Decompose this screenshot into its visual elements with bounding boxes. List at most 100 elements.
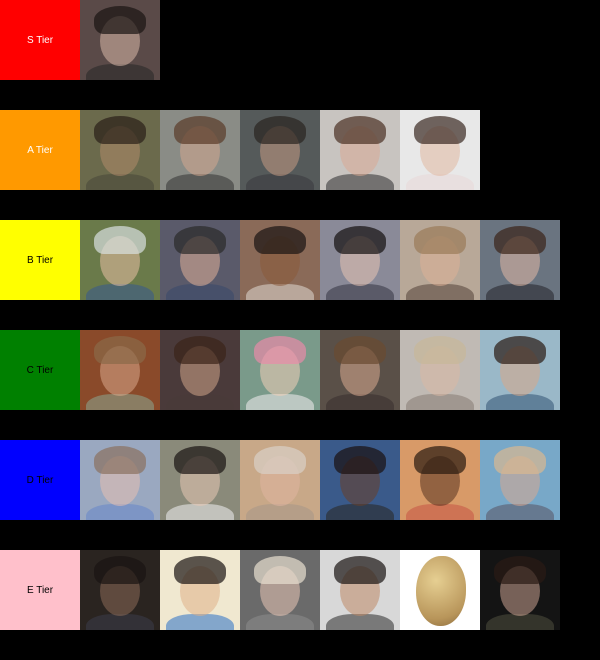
- tier-item-man-beard-dark-hair[interactable]: [320, 550, 400, 630]
- tier-label[interactable]: S Tier: [0, 0, 80, 80]
- tier-item-woman-dark-hair-shocked[interactable]: [160, 330, 240, 410]
- person-hair: [494, 446, 546, 474]
- person-hair: [334, 556, 386, 584]
- tier-item-young-man-grimacing[interactable]: [240, 110, 320, 190]
- person-shoulders: [166, 284, 234, 300]
- tier-item-child-laughing-crying[interactable]: [400, 110, 480, 190]
- tier-item-man-dancing-tank-top[interactable]: [320, 440, 400, 520]
- person-shoulders: [406, 284, 474, 300]
- tier-label[interactable]: B Tier: [0, 220, 80, 300]
- person-hair: [254, 116, 306, 144]
- person-hair: [414, 226, 466, 254]
- person-hair: [94, 446, 146, 474]
- tier-item-man-leaning-collage[interactable]: [240, 220, 320, 300]
- tier-item-woman-blonde-hand-cheek[interactable]: [400, 220, 480, 300]
- person-shoulders: [166, 614, 234, 630]
- person-hair: [334, 336, 386, 364]
- tier-items: [80, 0, 160, 80]
- person-hair: [414, 336, 466, 364]
- tier-item-woman-brown-hair-crying[interactable]: [160, 110, 240, 190]
- person-hair: [334, 116, 386, 144]
- tier-list: S Tier A Tier B Tier C Tier D Tier E Tier: [0, 0, 600, 660]
- person-shoulders: [486, 284, 554, 300]
- potato-image: [416, 556, 466, 626]
- person-shoulders: [326, 614, 394, 630]
- person-shoulders: [326, 394, 394, 410]
- tier-item-old-woman-screaming[interactable]: [240, 440, 320, 520]
- person-hair: [254, 226, 306, 254]
- person-hair: [174, 116, 226, 144]
- tier-row: S Tier: [0, 0, 600, 80]
- tier-row: B Tier: [0, 220, 600, 300]
- person-hair: [334, 226, 386, 254]
- tier-item-young-man-blue-shirt[interactable]: [160, 550, 240, 630]
- tier-item-girl-braids-smiling[interactable]: [400, 440, 480, 520]
- person-shoulders: [86, 284, 154, 300]
- person-shoulders: [406, 174, 474, 190]
- tier-item-baby-crying[interactable]: [80, 440, 160, 520]
- person-shoulders: [486, 614, 554, 630]
- tier-item-woman-crying-open-mouth[interactable]: [320, 110, 400, 190]
- person-hair: [94, 6, 146, 34]
- tier-item-woman-black-bangs-sad[interactable]: [320, 220, 400, 300]
- tier-item-man-smiling-palm-trees[interactable]: [480, 330, 560, 410]
- tier-item-woman-disgusted-face[interactable]: [480, 220, 560, 300]
- person-shoulders: [166, 394, 234, 410]
- tier-label[interactable]: D Tier: [0, 440, 80, 520]
- person-shoulders: [86, 64, 154, 80]
- person-shoulders: [86, 394, 154, 410]
- tier-item-potato[interactable]: [400, 550, 480, 630]
- person-hair: [334, 446, 386, 474]
- tier-row: C Tier: [0, 330, 600, 410]
- tier-item-blurry-woman-blonde[interactable]: [400, 330, 480, 410]
- person-shoulders: [326, 174, 394, 190]
- person-shoulders: [326, 504, 394, 520]
- person-shoulders: [86, 174, 154, 190]
- tier-item-woman-spiky-blonde-hair[interactable]: [480, 440, 560, 520]
- tier-item-woman-pink-knit-hat[interactable]: [240, 330, 320, 410]
- tier-item-person-dark-room[interactable]: [80, 550, 160, 630]
- tier-items: [80, 220, 560, 300]
- person-hair: [94, 556, 146, 584]
- tier-item-man-dark-background[interactable]: [480, 550, 560, 630]
- person-shoulders: [246, 174, 314, 190]
- person-shoulders: [86, 504, 154, 520]
- person-hair: [94, 226, 146, 254]
- person-hair: [494, 336, 546, 364]
- tier-item-woman-raised-eyebrow[interactable]: [320, 330, 400, 410]
- tier-items: [80, 440, 560, 520]
- tier-item-man-glasses-hand-on-face[interactable]: [160, 220, 240, 300]
- person-hair: [494, 226, 546, 254]
- person-hair: [174, 226, 226, 254]
- person-shoulders: [406, 504, 474, 520]
- person-shoulders: [246, 394, 314, 410]
- person-hair: [174, 446, 226, 474]
- tier-row: E Tier: [0, 550, 600, 630]
- tier-label[interactable]: C Tier: [0, 330, 80, 410]
- tier-label[interactable]: A Tier: [0, 110, 80, 190]
- tier-item-crying-woman-dark-hair[interactable]: [80, 0, 160, 80]
- tier-item-toddler-girl-pigtails[interactable]: [160, 440, 240, 520]
- tier-row: D Tier: [0, 440, 600, 520]
- person-hair: [94, 336, 146, 364]
- tier-item-man-glasses-smiling[interactable]: [80, 330, 160, 410]
- person-shoulders: [166, 174, 234, 190]
- person-hair: [174, 556, 226, 584]
- person-shoulders: [86, 614, 154, 630]
- tier-items: [80, 330, 560, 410]
- person-hair: [254, 446, 306, 474]
- person-shoulders: [406, 394, 474, 410]
- tier-items: [80, 110, 480, 190]
- person-hair: [174, 336, 226, 364]
- person-shoulders: [486, 394, 554, 410]
- tier-item-boy-hand-on-head[interactable]: [80, 110, 160, 190]
- person-hair: [254, 336, 306, 364]
- person-hair: [254, 556, 306, 584]
- tier-item-blonde-woman-closeup[interactable]: [240, 550, 320, 630]
- tier-row: A Tier: [0, 110, 600, 190]
- person-shoulders: [246, 504, 314, 520]
- tier-item-woman-headscarf-crying[interactable]: [80, 220, 160, 300]
- tier-label[interactable]: E Tier: [0, 550, 80, 630]
- person-hair: [414, 116, 466, 144]
- person-shoulders: [246, 284, 314, 300]
